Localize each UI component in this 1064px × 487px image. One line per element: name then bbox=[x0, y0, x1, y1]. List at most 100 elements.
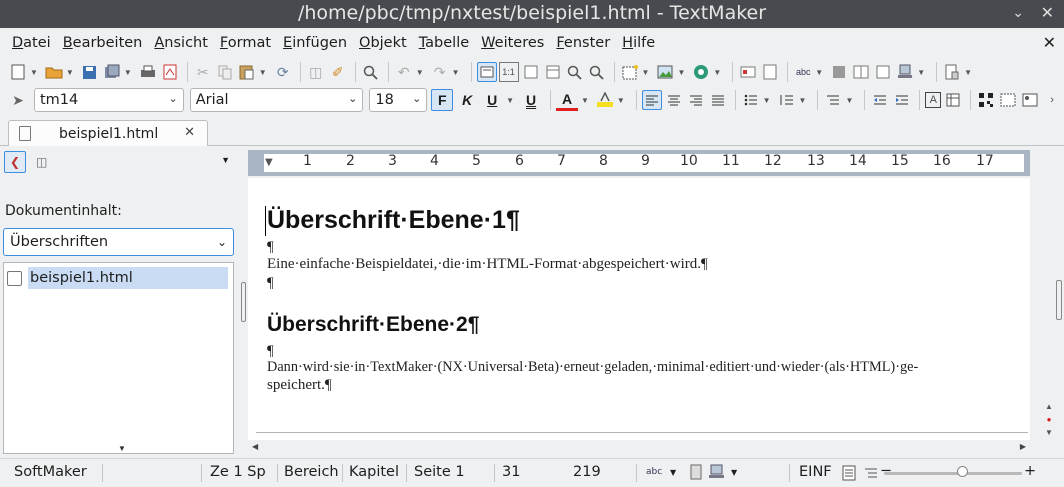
open-dropdown-icon[interactable]: ▼ bbox=[66, 68, 74, 77]
ruler-tab-stop-icon[interactable]: ▼ bbox=[265, 157, 273, 168]
underline-dropdown-icon[interactable]: ▼ bbox=[506, 96, 514, 105]
body-paragraph[interactable]: Dann·wird·sie·in·TextMaker·(NX·Universal… bbox=[267, 359, 918, 376]
heading-level-1[interactable]: Überschrift·Ebene·1¶ bbox=[267, 206, 520, 235]
sidebar-splitter-grip-icon[interactable] bbox=[1056, 280, 1062, 320]
menu-weiteres[interactable]: Weiteres bbox=[475, 35, 550, 51]
network-status-icon[interactable] bbox=[708, 464, 726, 484]
numbered-list-icon[interactable] bbox=[777, 90, 797, 110]
numbered-list-dropdown-icon[interactable]: ▼ bbox=[799, 96, 807, 105]
close-window-icon[interactable]: ✕ bbox=[1041, 0, 1054, 26]
layout-icon[interactable] bbox=[873, 62, 893, 82]
copy-icon[interactable] bbox=[215, 62, 235, 82]
zoom-icon[interactable] bbox=[565, 62, 585, 82]
splitter-grip-icon[interactable] bbox=[241, 282, 246, 322]
tree-item-checkbox[interactable] bbox=[7, 270, 22, 286]
bullet-list-dropdown-icon[interactable]: ▼ bbox=[763, 96, 771, 105]
body-paragraph[interactable]: Eine·einfache·Beispieldatei,·die·im·HTML… bbox=[267, 256, 708, 273]
undo-dropdown-icon[interactable]: ▼ bbox=[416, 68, 424, 77]
vertical-scrollbar[interactable]: ▲ ● ▼ bbox=[1038, 146, 1064, 456]
network-dropdown-icon[interactable]: ▼ bbox=[917, 68, 925, 77]
outline-list-dropdown-icon[interactable]: ▼ bbox=[845, 96, 853, 105]
align-center-icon[interactable] bbox=[664, 90, 684, 110]
panel-splitter[interactable] bbox=[240, 146, 248, 456]
cut-icon[interactable]: ✂ bbox=[193, 62, 213, 82]
zoom-slider[interactable] bbox=[884, 472, 1022, 475]
page-layout-icon[interactable] bbox=[842, 465, 856, 485]
tree-scroll-down-icon[interactable]: ▼ bbox=[118, 444, 126, 453]
pdf-export-icon[interactable] bbox=[160, 62, 180, 82]
zoom-out-button[interactable]: − bbox=[880, 463, 892, 479]
minimize-icon[interactable]: ⌄ bbox=[1012, 0, 1024, 26]
menu-ansicht[interactable]: Ansicht bbox=[148, 35, 214, 51]
empty-paragraph[interactable]: ¶ bbox=[267, 343, 274, 360]
spellcheck-icon[interactable]: abc bbox=[793, 62, 813, 82]
scroll-right-icon[interactable]: ▶ bbox=[1020, 442, 1026, 451]
highlight-dropdown-icon[interactable]: ▼ bbox=[617, 96, 625, 105]
spellcheck-status-dropdown-icon[interactable]: ▼ bbox=[670, 468, 676, 477]
menu-objekt[interactable]: Objekt bbox=[353, 35, 413, 51]
save-dropdown-icon[interactable]: ▼ bbox=[124, 68, 132, 77]
font-color-dropdown-icon[interactable]: ▼ bbox=[581, 96, 589, 105]
zoom-out-icon[interactable] bbox=[587, 62, 607, 82]
zoom-100-icon[interactable]: 1:1 bbox=[498, 62, 519, 82]
align-justify-icon[interactable] bbox=[708, 90, 728, 110]
horizontal-scrollbar[interactable]: ◀ ▶ bbox=[248, 440, 1038, 456]
spellcheck-dropdown-icon[interactable]: ▼ bbox=[815, 68, 823, 77]
undo-icon[interactable]: ↶ bbox=[394, 62, 414, 82]
normal-view-icon[interactable] bbox=[476, 62, 497, 82]
chart-icon[interactable] bbox=[691, 62, 711, 82]
page-view-icon[interactable] bbox=[521, 62, 541, 82]
panel-toggle-icon[interactable]: ◫ bbox=[36, 155, 47, 169]
text-frame-icon[interactable]: A bbox=[925, 92, 942, 108]
underline-button[interactable]: U bbox=[481, 89, 503, 111]
network-status-dropdown-icon[interactable]: ▼ bbox=[731, 468, 737, 477]
save-all-icon[interactable] bbox=[102, 62, 122, 82]
pointer-icon[interactable]: ➤ bbox=[8, 90, 28, 110]
increase-indent-icon[interactable] bbox=[892, 90, 912, 110]
open-folder-icon[interactable] bbox=[44, 62, 64, 82]
empty-paragraph[interactable]: ¶ bbox=[267, 239, 274, 256]
document-status-icon[interactable] bbox=[690, 464, 704, 484]
table-insert-icon[interactable] bbox=[943, 90, 963, 110]
insert-image-icon[interactable] bbox=[1020, 90, 1040, 110]
network-icon[interactable] bbox=[895, 62, 915, 82]
horizontal-ruler[interactable]: ▼ 1 1 2 3 4 5 6 7 8 9 10 11 12 13 14 15 … bbox=[248, 150, 1030, 176]
menu-datei[interactable]: Datei bbox=[6, 35, 57, 51]
new-document-icon[interactable] bbox=[8, 62, 28, 82]
frame-dropdown-icon[interactable]: ▼ bbox=[642, 68, 650, 77]
save-icon[interactable] bbox=[80, 62, 100, 82]
compass-icon[interactable]: ❮ bbox=[4, 151, 26, 173]
close-tab-icon[interactable]: ✕ bbox=[184, 125, 195, 140]
highlight-icon[interactable] bbox=[595, 90, 615, 110]
empty-paragraph[interactable]: ¶ bbox=[267, 275, 274, 292]
book-icon[interactable]: ◫ bbox=[306, 62, 326, 82]
image-icon[interactable] bbox=[655, 62, 675, 82]
menu-bearbeiten[interactable]: Bearbeiten bbox=[57, 35, 149, 51]
body-paragraph-continuation[interactable]: speichert.¶ bbox=[267, 377, 332, 394]
columns-icon[interactable] bbox=[851, 62, 871, 82]
tree-item-label[interactable]: beispiel1.html bbox=[28, 267, 228, 289]
insert-mode-indicator[interactable]: EINF bbox=[799, 464, 832, 480]
bullet-list-icon[interactable] bbox=[741, 90, 761, 110]
scroll-left-icon[interactable]: ◀ bbox=[252, 442, 258, 451]
zoom-in-button[interactable]: + bbox=[1024, 463, 1036, 479]
spellcheck-status-icon[interactable]: abc bbox=[646, 467, 662, 477]
document-page[interactable]: Überschrift·Ebene·1¶ ¶ Eine·einfache·Bei… bbox=[248, 178, 1030, 440]
refresh-icon[interactable]: ⟳ bbox=[273, 62, 293, 82]
document-properties-icon[interactable] bbox=[942, 62, 962, 82]
menu-hilfe[interactable]: Hilfe bbox=[616, 35, 661, 51]
menu-einfuegen[interactable]: Einfügen bbox=[277, 35, 353, 51]
image-dropdown-icon[interactable]: ▼ bbox=[677, 68, 685, 77]
qr-code-icon[interactable] bbox=[976, 90, 996, 110]
decrease-indent-icon[interactable] bbox=[870, 90, 890, 110]
object-icon[interactable] bbox=[998, 90, 1018, 110]
font-color-button[interactable]: A bbox=[556, 89, 578, 111]
document-tab[interactable]: beispiel1.html ✕ bbox=[8, 120, 208, 146]
word-underline-button[interactable]: U bbox=[520, 89, 542, 111]
frame-icon[interactable] bbox=[620, 62, 640, 82]
navigator-menu-dropdown-icon[interactable]: ▼ bbox=[221, 155, 230, 165]
form-field-icon[interactable] bbox=[738, 62, 758, 82]
italic-button[interactable]: K bbox=[456, 89, 478, 111]
previous-page-icon[interactable]: ▲ bbox=[1042, 400, 1056, 413]
align-left-icon[interactable] bbox=[641, 90, 662, 110]
